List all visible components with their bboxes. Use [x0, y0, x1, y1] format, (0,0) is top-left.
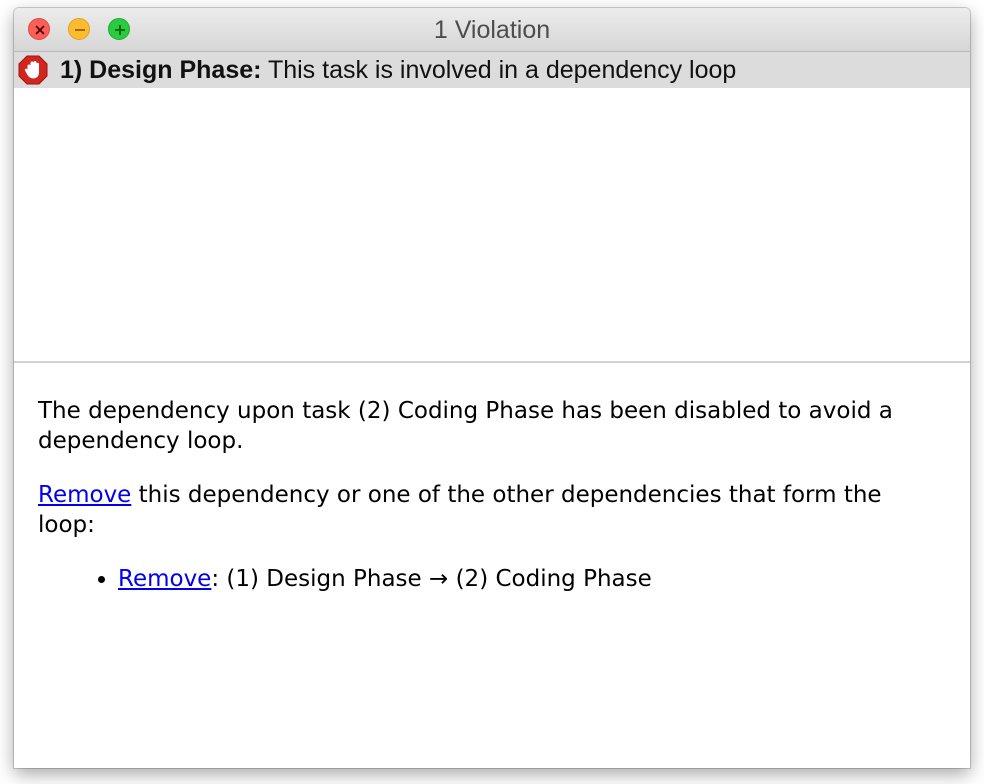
window-title: 1 Violation — [433, 16, 551, 44]
remove-link[interactable]: Remove — [38, 482, 131, 508]
violation-list: 1) Design Phase: This task is involved i… — [14, 52, 970, 361]
remove-instructions-text: this dependency or one of the other depe… — [38, 482, 882, 538]
violation-task-name: 1) Design Phase: — [60, 56, 262, 84]
details-paragraph: The dependency upon task (2) Coding Phas… — [38, 398, 893, 454]
violation-message: 1) Design Phase: This task is involved i… — [60, 52, 736, 88]
loop-dependency-item: Remove: (1) Design Phase → (2) Coding Ph… — [118, 564, 918, 594]
stop-hand-icon — [18, 55, 48, 85]
violation-window: 1 Violation 1) Design Phase: This task i… — [14, 8, 970, 768]
violation-details: The dependency upon task (2) Coding Phas… — [38, 396, 918, 594]
dependency-description: : (1) Design Phase → (2) Coding Phase — [211, 566, 652, 592]
violation-row[interactable]: 1) Design Phase: This task is involved i… — [14, 52, 970, 88]
loop-dependency-list: Remove: (1) Design Phase → (2) Coding Ph… — [38, 564, 918, 594]
violation-description: This task is involved in a dependency lo… — [267, 56, 737, 84]
remove-dependency-link[interactable]: Remove — [118, 566, 211, 592]
split-divider[interactable] — [14, 361, 970, 363]
remove-instructions: Remove this dependency or one of the oth… — [38, 480, 918, 540]
title-bar[interactable]: 1 Violation — [14, 8, 970, 52]
